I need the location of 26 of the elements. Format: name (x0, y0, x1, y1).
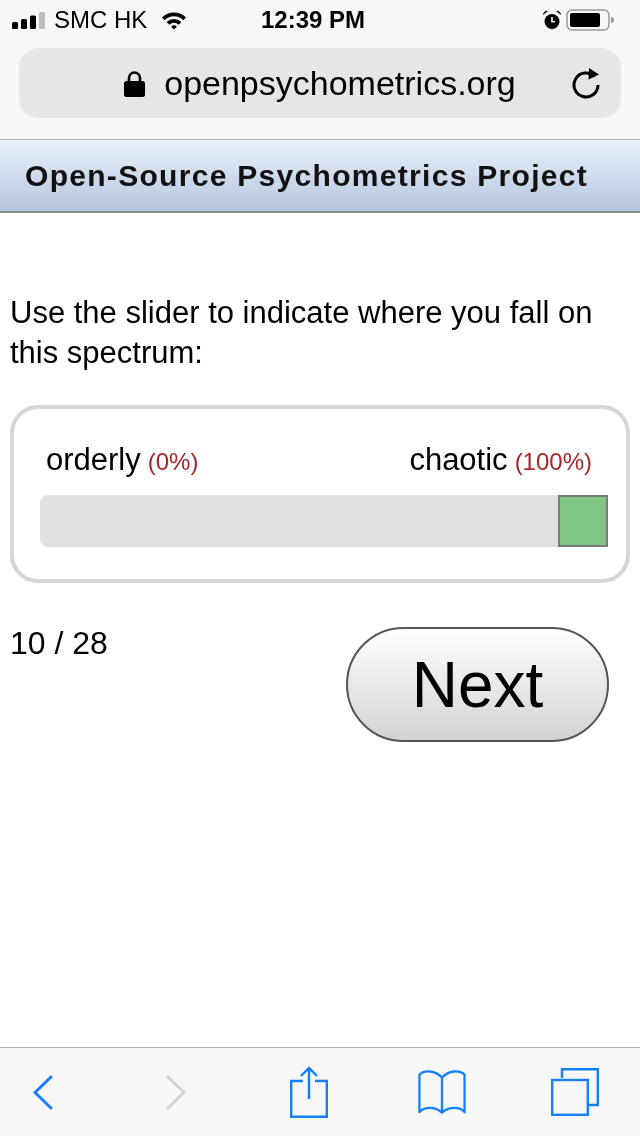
tabs-icon (551, 1068, 599, 1116)
next-button[interactable]: Next (346, 627, 609, 742)
battery-icon (566, 9, 614, 31)
slider-track[interactable] (40, 495, 608, 547)
site-title: Open-Source Psychometrics Project (25, 158, 589, 193)
share-icon (290, 1066, 328, 1118)
slider-thumb[interactable] (558, 495, 608, 547)
reload-button[interactable] (570, 65, 602, 101)
status-time: 12:39 PM (260, 6, 366, 34)
url-text: openpsychometrics.org (164, 63, 516, 103)
signal-icon (12, 11, 46, 29)
address-bar[interactable]: openpsychometrics.org (19, 48, 621, 118)
left-end-value: (0%) (147, 447, 199, 477)
wifi-icon (161, 10, 188, 30)
right-end-value: (100%) (514, 447, 592, 477)
open-book-icon (418, 1069, 466, 1115)
right-end-label: chaotic (409, 442, 508, 478)
question-counter: 10 / 28 (10, 627, 108, 659)
reload-icon (570, 66, 602, 100)
chevron-left-icon (33, 1074, 53, 1110)
chevron-right-icon (166, 1074, 186, 1110)
left-end-label: orderly (46, 442, 141, 478)
lock-icon (124, 69, 146, 97)
carrier-name: SMC HK (54, 6, 148, 34)
question-prompt: Use the slider to indicate where you fall on this spectrum: (10, 294, 594, 372)
alarm-clock-icon (542, 10, 562, 30)
